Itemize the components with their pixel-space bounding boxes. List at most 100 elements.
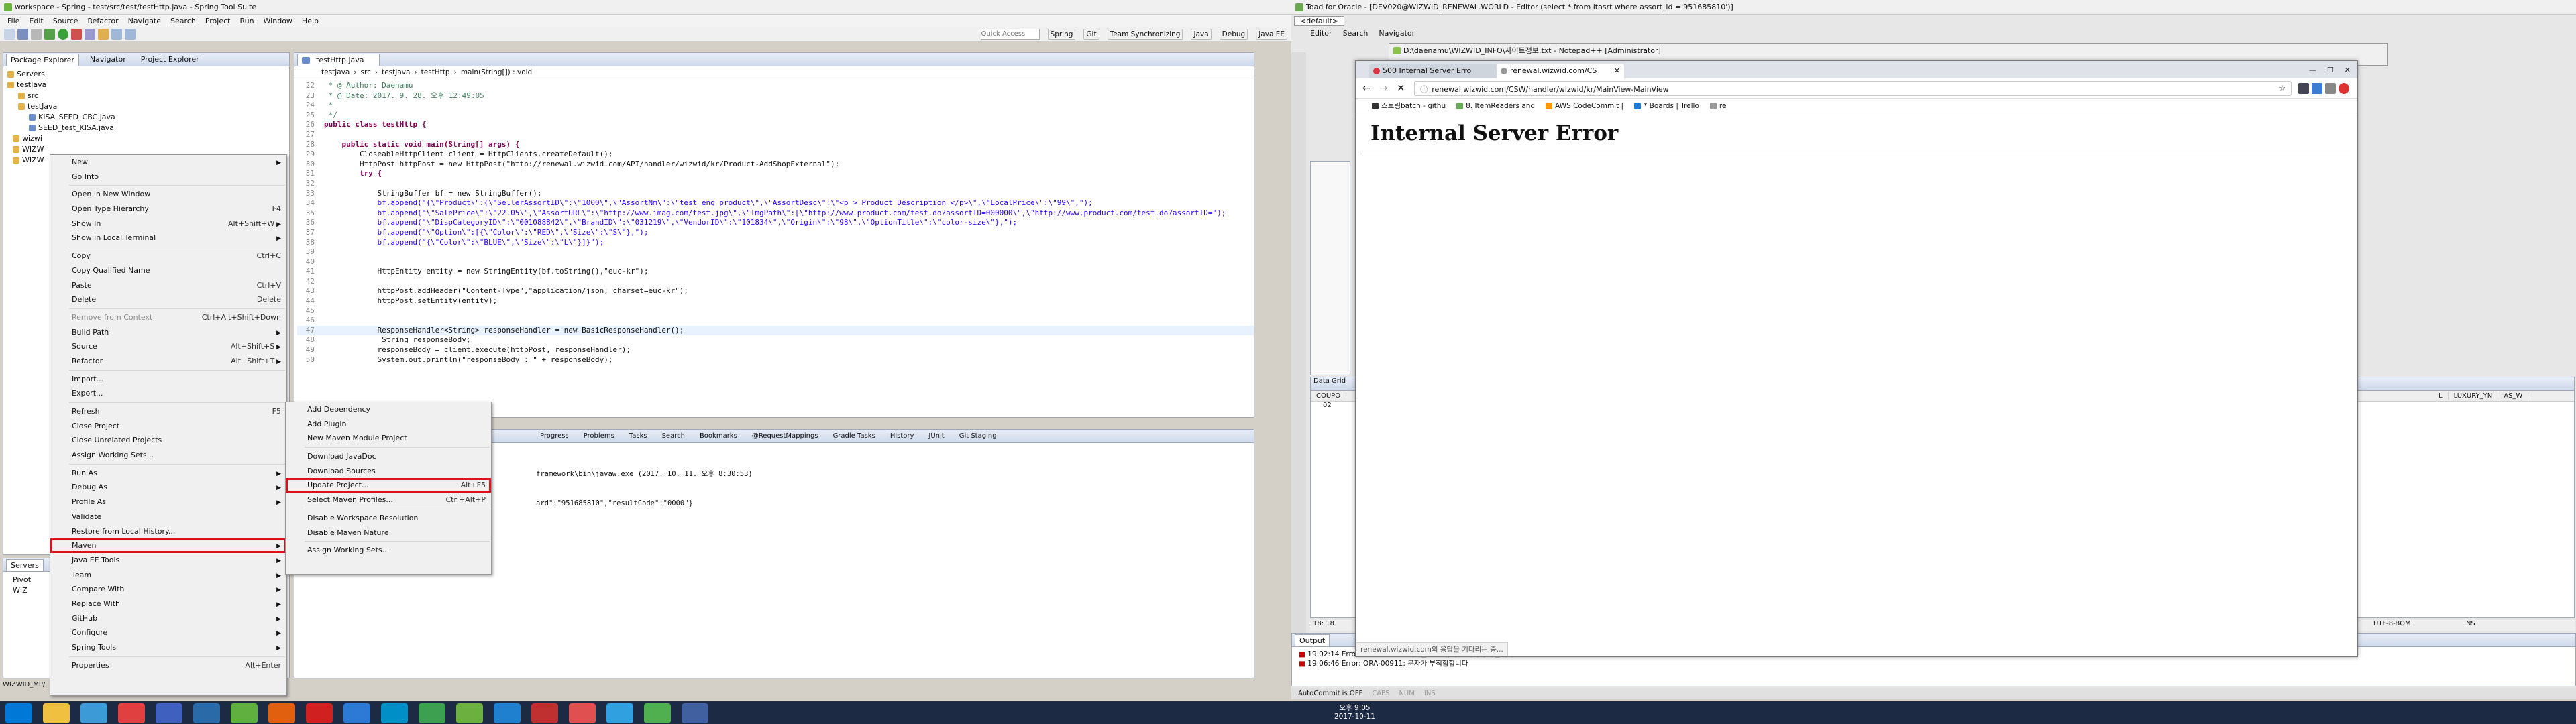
chrome-icon[interactable]	[118, 703, 145, 723]
menu-item-copy-qualified-name[interactable]: Copy Qualified Name	[50, 263, 286, 278]
forward-icon[interactable]	[125, 28, 136, 40]
breadcrumb-item[interactable]: testHttp	[421, 68, 450, 76]
app-icon[interactable]	[456, 703, 483, 723]
menu-item-show-in[interactable]: Show In Alt+Shift+W ▶	[50, 217, 286, 231]
tree-item[interactable]: KISA_SEED_CBC.java	[7, 112, 289, 123]
bookmark-item[interactable]: re	[1709, 102, 1726, 110]
extension-icon[interactable]	[2325, 82, 2336, 94]
grid-col-header[interactable]: AS_W	[2498, 392, 2529, 400]
breadcrumb-item[interactable]: testJava	[382, 68, 410, 76]
ie-icon[interactable]	[80, 703, 107, 723]
file-explorer-icon[interactable]	[43, 703, 70, 723]
toad-menu-search[interactable]: Search	[1343, 29, 1368, 38]
menu-item-update-project[interactable]: Update Project... Alt+F5	[286, 478, 491, 493]
menu-item-run[interactable]: Run	[239, 17, 254, 25]
menu-item-select-maven-profiles[interactable]: Select Maven Profiles... Ctrl+Alt+P	[286, 493, 491, 507]
forward-icon[interactable]: →	[1380, 83, 1388, 94]
menu-item-new-maven-module-project[interactable]: New Maven Module Project	[286, 431, 491, 446]
tree-item[interactable]: SEED_test_KISA.java	[7, 123, 289, 133]
close-icon[interactable]: ✕	[2345, 66, 2351, 74]
tree-item[interactable]: Servers	[7, 69, 289, 80]
menu-item-edit[interactable]: Edit	[29, 17, 43, 25]
filezilla-icon[interactable]	[306, 703, 333, 723]
sts-icon[interactable]	[231, 703, 258, 723]
run-icon[interactable]	[58, 28, 68, 40]
menu-item-file[interactable]: File	[7, 17, 19, 25]
breadcrumb-item[interactable]: src	[361, 68, 371, 76]
menu-item-assign-working-sets[interactable]: Assign Working Sets...	[286, 543, 491, 558]
app-icon[interactable]	[381, 703, 408, 723]
save-icon[interactable]	[17, 28, 28, 40]
start-icon[interactable]	[5, 703, 32, 723]
star-icon[interactable]: ☆	[2279, 84, 2286, 93]
maximize-icon[interactable]: ☐	[2327, 66, 2334, 74]
back-icon[interactable]	[111, 28, 122, 40]
tab-console-4[interactable]: Bookmarks	[696, 431, 741, 441]
tab-console-8[interactable]: JUnit	[924, 431, 948, 441]
perspective-git[interactable]: Git	[1083, 28, 1099, 40]
menu-item-team[interactable]: Team ▶	[50, 568, 286, 583]
menu-item-restore-from-local-history[interactable]: Restore from Local History...	[50, 524, 286, 539]
spring-icon[interactable]	[644, 703, 671, 723]
menu-item-run-as[interactable]: Run As ▶	[50, 466, 286, 481]
extension-icon[interactable]	[2312, 82, 2322, 94]
menu-item-open-type-hierarchy[interactable]: Open Type Hierarchy F4	[50, 202, 286, 217]
app-icon[interactable]	[682, 703, 708, 723]
toad-menu-navigator[interactable]: Navigator	[1379, 29, 1415, 38]
address-bar[interactable]: ⓘ renewal.wizwid.com/CSW/handler/wizwid/k…	[1414, 80, 2292, 96]
firefox-icon[interactable]	[268, 703, 295, 723]
tab-console-6[interactable]: Gradle Tasks	[829, 431, 879, 441]
minimize-icon[interactable]: —	[2309, 66, 2316, 74]
extension-icon[interactable]	[2339, 82, 2349, 94]
grid-col-header[interactable]: L	[2433, 392, 2449, 400]
code-area[interactable]: 22 * @ Author: Daenamu 23 * @ Date: 2017.…	[294, 78, 1254, 402]
menu-item-compare-with[interactable]: Compare With ▶	[50, 582, 286, 597]
menu-item-refresh[interactable]: Refresh F5	[50, 404, 286, 419]
bookmark-item[interactable]: 8. ItemReaders and	[1456, 102, 1535, 110]
app-icon[interactable]	[494, 703, 521, 723]
print-icon[interactable]	[31, 28, 42, 40]
menu-item-download-javadoc[interactable]: Download JavaDoc	[286, 449, 491, 464]
menu-item-remove-from-context[interactable]: Remove from Context Ctrl+Alt+Shift+Down	[50, 310, 286, 325]
toad-icon[interactable]	[156, 703, 182, 723]
menu-item-disable-workspace-resolution[interactable]: Disable Workspace Resolution	[286, 511, 491, 526]
tree-item[interactable]: testJava	[7, 101, 289, 112]
eclipse-icon[interactable]	[193, 703, 220, 723]
tab-console-1[interactable]: Problems	[580, 431, 619, 441]
chrome-tab-active[interactable]: renewal.wizwid.com/CS ✕	[1497, 64, 1624, 78]
debug-icon[interactable]	[44, 28, 55, 40]
menu-item-source[interactable]: Source Alt+Shift+S ▶	[50, 339, 286, 354]
bookmark-item[interactable]: * Boards | Trello	[1634, 102, 1699, 110]
toad-menu-editor[interactable]: Editor	[1310, 29, 1332, 38]
tab-console-5[interactable]: @RequestMappings	[748, 431, 822, 441]
menu-item-java-ee-tools[interactable]: Java EE Tools ▶	[50, 553, 286, 568]
tab-console-9[interactable]: Git Staging	[955, 431, 1001, 441]
menu-item-navigate[interactable]: Navigate	[128, 17, 161, 25]
menu-item-build-path[interactable]: Build Path ▶	[50, 325, 286, 340]
menu-item-add-plugin[interactable]: Add Plugin	[286, 417, 491, 432]
tab-project-explorer[interactable]: Project Explorer	[137, 54, 203, 65]
menu-item-copy[interactable]: Copy Ctrl+C	[50, 249, 286, 263]
taskbar-clock[interactable]: 오후 9:05 2017-10-11	[1334, 704, 1375, 721]
menu-item-refactor[interactable]: Refactor	[88, 17, 119, 25]
menu-item-add-dependency[interactable]: Add Dependency	[286, 402, 491, 417]
menu-item-search[interactable]: Search	[170, 17, 196, 25]
grid-col-header[interactable]: COUPO	[1311, 392, 1347, 400]
telegram-icon[interactable]	[606, 703, 633, 723]
menu-item-validate[interactable]: Validate	[50, 509, 286, 524]
menu-item-import[interactable]: Import...	[50, 372, 286, 387]
bookmark-item[interactable]: AWS CodeCommit |	[1546, 102, 1623, 110]
menu-item-disable-maven-nature[interactable]: Disable Maven Nature	[286, 526, 491, 540]
perspective-spring[interactable]: Spring	[1047, 28, 1076, 40]
tree-item[interactable]: wizwi	[7, 133, 289, 144]
menu-item-configure[interactable]: Configure ▶	[50, 625, 286, 640]
menu-item-project[interactable]: Project	[205, 17, 231, 25]
menu-item-open-in-new-window[interactable]: Open in New Window	[50, 187, 286, 202]
menu-item-debug-as[interactable]: Debug As ▶	[50, 480, 286, 495]
bookmark-item[interactable]: 스토링batch - githu	[1372, 101, 1446, 111]
app-icon[interactable]	[569, 703, 596, 723]
tree-item[interactable]: WIZW	[7, 144, 289, 155]
menu-item-go-into[interactable]: Go Into	[50, 170, 286, 184]
open-type-icon[interactable]	[98, 28, 109, 40]
menu-item-delete[interactable]: Delete Delete	[50, 292, 286, 307]
